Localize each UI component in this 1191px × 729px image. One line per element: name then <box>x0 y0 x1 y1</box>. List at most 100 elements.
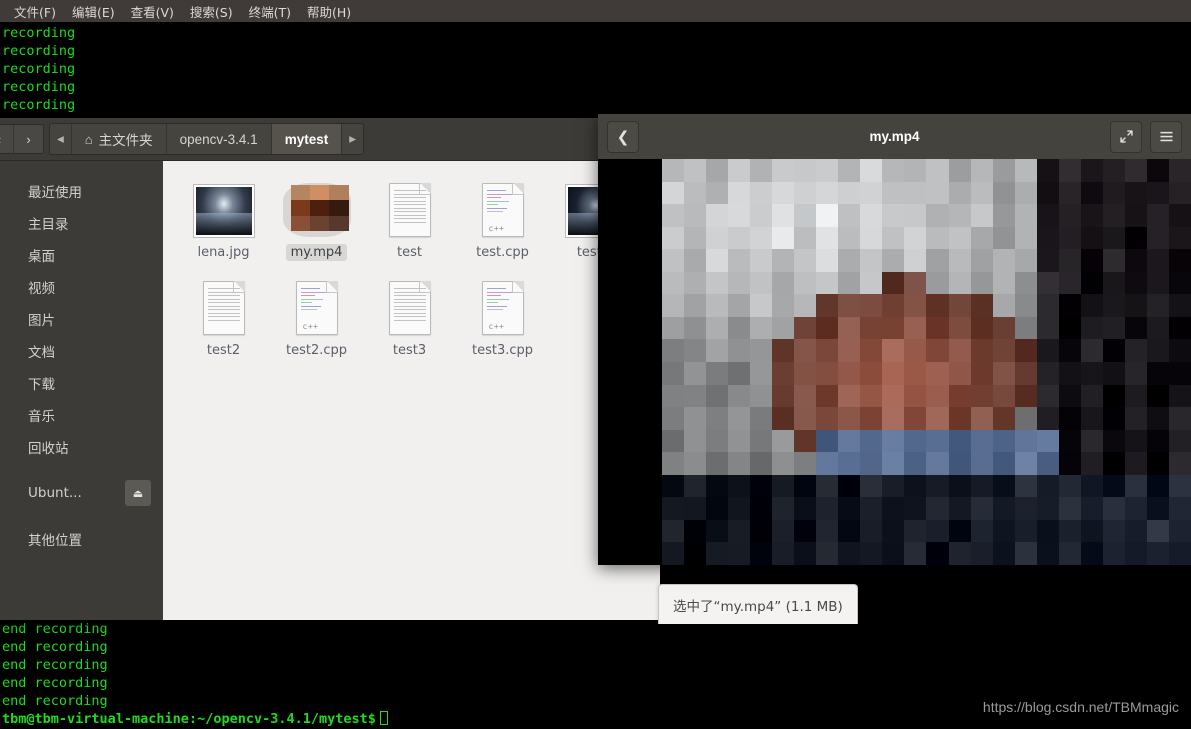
video-header-actions <box>1110 120 1182 153</box>
breadcrumb-opencv[interactable]: opencv-3.4.1 <box>166 124 272 154</box>
thumbnail <box>202 275 245 335</box>
file-label: test3.cpp <box>471 343 534 358</box>
hamburger-menu-icon[interactable] <box>1150 120 1182 153</box>
file-item-testcpp[interactable]: c++ test.cpp <box>456 173 549 261</box>
terminal-line: end recording <box>2 639 108 655</box>
menu-search[interactable]: 搜索(S) <box>182 0 241 23</box>
document-icon <box>388 183 431 237</box>
sidebar-item-videos[interactable]: 视频 <box>0 271 163 303</box>
fullscreen-glyph <box>1119 130 1133 143</box>
menu-terminal[interactable]: 终端(T) <box>241 0 299 23</box>
file-manager-window: ‹ › ◂ ⌂ 主文件夹 opencv-3.4.1 mytest ▸ 最近使用 … <box>0 118 660 620</box>
thumbnail: c++ <box>295 275 338 335</box>
file-list-area[interactable]: lena.jpg my.mp4 test c++ test.cpp test.p… <box>163 161 660 620</box>
video-frame-pixels <box>290 185 349 231</box>
menu-file[interactable]: 文件(F) <box>6 0 64 23</box>
sidebar-item-music[interactable]: 音乐 <box>0 399 163 431</box>
terminal-menubar: 文件(F) 编辑(E) 查看(V) 搜索(S) 终端(T) 帮助(H) <box>0 0 1191 22</box>
breadcrumb-scroll-left[interactable]: ◂ <box>50 124 72 154</box>
file-label: my.mp4 <box>285 244 348 261</box>
sidebar-item-downloads[interactable]: 下载 <box>0 367 163 399</box>
file-label: test.cpp <box>476 245 529 260</box>
file-manager-body: 最近使用 主目录 桌面 视频 图片 文档 下载 音乐 回收站 Ubunt... … <box>0 161 660 620</box>
breadcrumb: ◂ ⌂ 主文件夹 opencv-3.4.1 mytest ▸ <box>49 123 365 155</box>
video-player-header: ❮ my.mp4 <box>598 114 1191 159</box>
cpp-source-icon: c++ <box>481 183 524 237</box>
file-manager-header: ‹ › ◂ ⌂ 主文件夹 opencv-3.4.1 mytest ▸ <box>0 118 660 161</box>
fullscreen-icon[interactable] <box>1110 120 1142 153</box>
thumbnail <box>192 177 255 238</box>
sidebar-item-ubuntu-label: Ubunt... <box>28 485 82 501</box>
thumbnail: c++ <box>481 177 524 237</box>
file-label: test2.cpp <box>285 343 348 358</box>
sidebar-item-desktop[interactable]: 桌面 <box>0 239 163 271</box>
menu-edit[interactable]: 编辑(E) <box>64 0 123 23</box>
terminal-line: end recording <box>2 621 108 637</box>
terminal-line: recording <box>2 97 76 113</box>
cpp-badge: c++ <box>488 322 505 331</box>
file-label: test3 <box>392 343 427 358</box>
sidebar-divider <box>0 509 163 523</box>
video-thumbnail-icon <box>282 183 351 237</box>
sidebar-item-trash[interactable]: 回收站 <box>0 431 163 463</box>
terminal-prompt: tbm@tbm-virtual-machine:~/opencv-3.4.1/m… <box>2 711 376 727</box>
file-item-test[interactable]: test <box>363 173 456 261</box>
image-thumbnail-icon <box>192 184 255 238</box>
file-item-test3cpp[interactable]: c++ test3.cpp <box>456 271 549 359</box>
terminal-cursor <box>379 711 388 725</box>
sidebar-divider <box>0 463 163 477</box>
forward-button[interactable]: › <box>14 125 43 153</box>
thumbnail <box>388 275 431 335</box>
sidebar-item-ubuntu-disk[interactable]: Ubunt... ⏏ <box>0 477 163 509</box>
video-title: my.mp4 <box>869 129 920 144</box>
thumbnail <box>388 177 431 237</box>
document-icon <box>388 281 431 335</box>
sidebar-item-pictures[interactable]: 图片 <box>0 303 163 335</box>
cpp-source-icon: c++ <box>295 281 338 335</box>
file-item-mymp4[interactable]: my.mp4 <box>270 173 363 261</box>
terminal-line: recording <box>2 43 76 59</box>
file-label: lena.jpg <box>197 245 250 260</box>
terminal-line: end recording <box>2 675 108 691</box>
terminal-line: end recording <box>2 657 108 673</box>
file-item-test2cpp[interactable]: c++ test2.cpp <box>270 271 363 359</box>
file-label: test <box>397 245 422 260</box>
cpp-badge: c++ <box>488 224 505 233</box>
sidebar-item-home[interactable]: 主目录 <box>0 207 163 239</box>
status-badge: 选中了“my.mp4” (1.1 MB) <box>658 584 858 624</box>
sidebar-item-recent[interactable]: 最近使用 <box>0 175 163 207</box>
breadcrumb-scroll-right[interactable]: ▸ <box>342 124 364 154</box>
sidebar-item-documents[interactable]: 文档 <box>0 335 163 367</box>
file-item-test2[interactable]: test2 <box>177 271 270 359</box>
cpp-badge: c++ <box>302 322 319 331</box>
thumbnail: c++ <box>481 275 524 335</box>
file-item-lena[interactable]: lena.jpg <box>177 173 270 261</box>
sidebar-item-other-locations[interactable]: 其他位置 <box>0 523 163 555</box>
back-button[interactable]: ‹ <box>0 125 14 153</box>
thumbnail <box>282 177 351 237</box>
cpp-source-icon: c++ <box>481 281 524 335</box>
video-letterbox-left <box>598 159 662 565</box>
eject-icon[interactable]: ⏏ <box>125 480 151 506</box>
home-icon: ⌂ <box>84 131 93 147</box>
sidebar: 最近使用 主目录 桌面 视频 图片 文档 下载 音乐 回收站 Ubunt... … <box>0 161 163 620</box>
terminal-line: recording <box>2 79 76 95</box>
icon-grid: lena.jpg my.mp4 test c++ test.cpp test.p… <box>177 173 660 369</box>
file-item-test3[interactable]: test3 <box>363 271 456 359</box>
menu-view[interactable]: 查看(V) <box>123 0 182 23</box>
video-frame <box>662 159 1191 565</box>
screen: 文件(F) 编辑(E) 查看(V) 搜索(S) 终端(T) 帮助(H) reco… <box>0 0 1191 729</box>
navigation-buttons: ‹ › <box>0 124 44 154</box>
breadcrumb-home[interactable]: ⌂ 主文件夹 <box>71 124 167 154</box>
hamburger-glyph <box>1159 131 1173 142</box>
menu-help[interactable]: 帮助(H) <box>299 0 359 23</box>
terminal-line: recording <box>2 25 76 41</box>
video-player-window: ❮ my.mp4 <box>598 114 1191 565</box>
breadcrumb-home-label: 主文件夹 <box>98 133 153 148</box>
chevron-left-icon[interactable]: ❮ <box>607 120 639 153</box>
video-surface[interactable] <box>598 159 1191 565</box>
watermark: https://blog.csdn.net/TBMmagic <box>982 699 1179 715</box>
breadcrumb-mytest[interactable]: mytest <box>271 124 343 154</box>
terminal-line: recording <box>2 61 76 77</box>
document-icon <box>202 281 245 335</box>
